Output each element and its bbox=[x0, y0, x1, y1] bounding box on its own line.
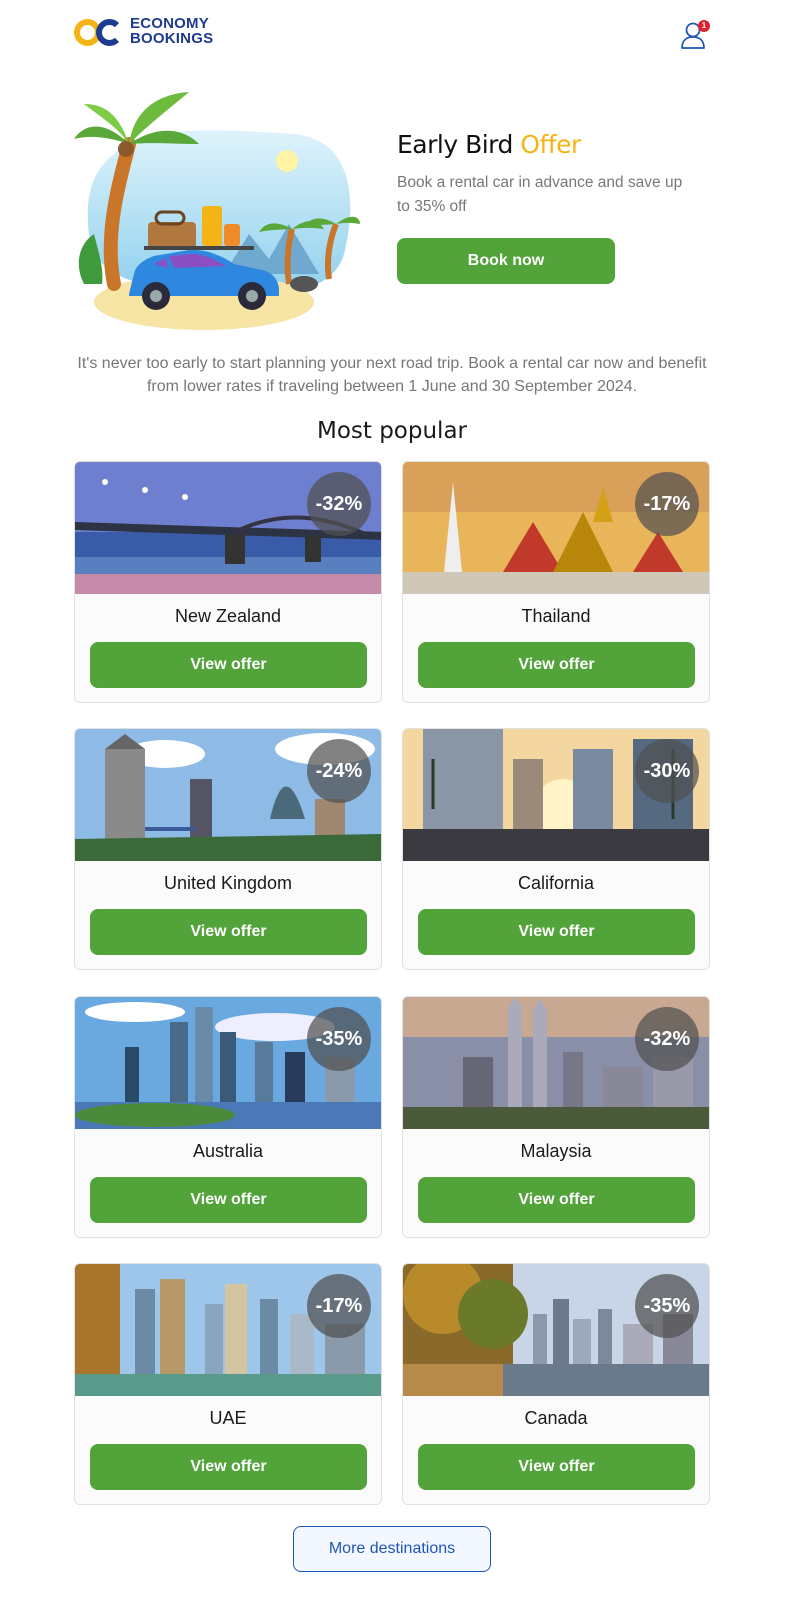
notification-badge: 1 bbox=[698, 20, 710, 32]
destination-card[interactable]: -30% California View offer bbox=[402, 728, 710, 970]
book-now-button[interactable]: Book now bbox=[397, 238, 615, 284]
discount-badge: -32% bbox=[307, 472, 371, 536]
view-offer-button[interactable]: View offer bbox=[418, 909, 695, 955]
destination-card[interactable]: -32% Malaysia View offer bbox=[402, 996, 710, 1238]
discount-badge: -17% bbox=[307, 1274, 371, 1338]
destination-name: Thailand bbox=[521, 606, 591, 626]
view-offer-button[interactable]: View offer bbox=[90, 642, 367, 688]
destination-name: Malaysia bbox=[520, 1141, 592, 1161]
destination-name: Canada bbox=[524, 1408, 588, 1428]
discount-badge: -35% bbox=[635, 1274, 699, 1338]
account-button[interactable]: 1 bbox=[680, 20, 710, 50]
economy-bookings-logo[interactable]: ECONOMY BOOKINGS bbox=[74, 16, 213, 46]
discount-badge: -17% bbox=[635, 472, 699, 536]
destination-card[interactable]: -35% Australia View offer bbox=[74, 996, 382, 1238]
view-offer-button[interactable]: View offer bbox=[90, 909, 367, 955]
more-destinations-button[interactable]: More destinations bbox=[293, 1526, 491, 1572]
destination-card[interactable]: -24% United Kingdom View offer bbox=[74, 728, 382, 970]
section-title: Most popular bbox=[316, 418, 468, 444]
view-offer-button[interactable]: View offer bbox=[90, 1177, 367, 1223]
hero-title: Early Bird Offer bbox=[397, 130, 581, 159]
view-offer-button[interactable]: View offer bbox=[418, 642, 695, 688]
discount-badge: -30% bbox=[635, 739, 699, 803]
destination-name: United Kingdom bbox=[163, 873, 293, 893]
destination-card[interactable]: -35% Canada View offer bbox=[402, 1263, 710, 1505]
hero-text: Early Bird Offer Book a rental car in ad… bbox=[397, 130, 697, 219]
discount-badge: -35% bbox=[307, 1007, 371, 1071]
destination-name: New Zealand bbox=[174, 606, 282, 626]
logo-mark-icon bbox=[74, 16, 126, 46]
logo-text: ECONOMY BOOKINGS bbox=[130, 15, 214, 47]
view-offer-button[interactable]: View offer bbox=[418, 1444, 695, 1490]
hero-illustration bbox=[74, 92, 360, 330]
destination-name: UAE bbox=[209, 1408, 247, 1428]
destination-name: California bbox=[517, 873, 595, 893]
discount-badge: -32% bbox=[635, 1007, 699, 1071]
discount-badge: -24% bbox=[307, 739, 371, 803]
header: ECONOMY BOOKINGS 1 bbox=[74, 16, 710, 56]
destination-name: Australia bbox=[192, 1141, 264, 1161]
destination-card[interactable]: -17% UAE View offer bbox=[74, 1263, 382, 1505]
destination-card[interactable]: -32% New Zealand View offer bbox=[74, 461, 382, 703]
destination-card[interactable]: -17% Thailand View offer bbox=[402, 461, 710, 703]
intro-text: It's never too early to start planning y… bbox=[77, 355, 707, 395]
view-offer-button[interactable]: View offer bbox=[90, 1444, 367, 1490]
hero-subtitle: Book a rental car in advance and save up… bbox=[397, 174, 683, 215]
view-offer-button[interactable]: View offer bbox=[418, 1177, 695, 1223]
